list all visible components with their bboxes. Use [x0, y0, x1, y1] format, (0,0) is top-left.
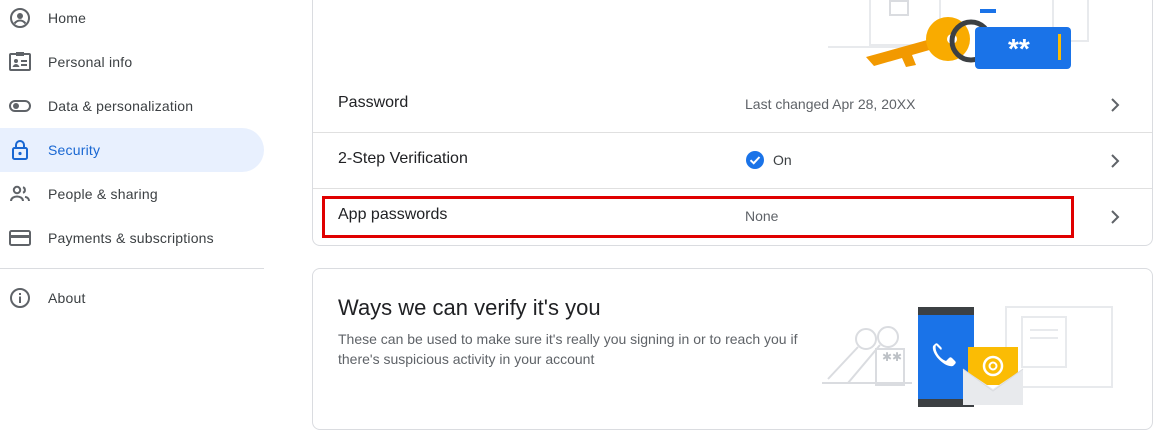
- app-passwords-label: App passwords: [338, 206, 448, 223]
- credit-card-icon: [9, 230, 31, 246]
- sidebar-item-label: Payments & subscriptions: [48, 230, 214, 246]
- password-last-changed: Last changed Apr 28, 20XX: [745, 96, 916, 112]
- sidebar-item-label: People & sharing: [48, 186, 158, 202]
- sidebar-item-label: Home: [48, 10, 87, 26]
- password-row[interactable]: Password Last changed Apr 28, 20XX: [313, 76, 1152, 132]
- verify-card-description: These can be used to make sure it's real…: [338, 331, 798, 367]
- sidebar: Home Personal info Data & personalizatio…: [0, 0, 264, 412]
- check-circle-icon: [746, 151, 764, 169]
- verify-identity-card: Ways we can verify it's you These can be…: [312, 268, 1153, 430]
- sidebar-item-data-personalization[interactable]: Data & personalization: [0, 84, 264, 128]
- app-passwords-row[interactable]: App passwords None: [313, 188, 1152, 244]
- two-step-label: 2-Step Verification: [338, 150, 468, 167]
- sidebar-item-personal-info[interactable]: Personal info: [0, 40, 264, 84]
- app-passwords-value: None: [745, 208, 779, 224]
- lock-icon: [12, 140, 28, 160]
- sidebar-item-security[interactable]: Security: [0, 128, 264, 172]
- sidebar-item-people-sharing[interactable]: People & sharing: [0, 172, 264, 216]
- verify-card-title: Ways we can verify it's you: [338, 295, 601, 320]
- chevron-right-icon: [1111, 98, 1120, 112]
- verify-methods-illustration: ✱✱: [822, 306, 1113, 407]
- account-circle-icon: [10, 8, 30, 28]
- id-card-icon: [9, 52, 31, 71]
- password-label: Password: [338, 94, 409, 111]
- sidebar-item-label: Security: [48, 142, 101, 158]
- sidebar-divider: [0, 268, 264, 269]
- chevron-right-icon: [1111, 210, 1120, 224]
- sidebar-item-label: Data & personalization: [48, 98, 194, 114]
- security-card: ** Password Last changed Apr 28, 20XX 2-…: [312, 0, 1153, 246]
- sidebar-item-about[interactable]: About: [0, 276, 264, 320]
- info-icon: [10, 288, 30, 308]
- toggle-icon: [9, 100, 31, 112]
- faint-asterisks: ✱✱: [882, 350, 902, 364]
- password-asterisks: **: [1008, 33, 1030, 64]
- sidebar-item-label: Personal info: [48, 54, 133, 70]
- sidebar-item-payments[interactable]: Payments & subscriptions: [0, 216, 264, 260]
- two-step-status: On: [773, 152, 792, 168]
- security-key-illustration: **: [828, 0, 1089, 69]
- sidebar-item-label: About: [48, 290, 86, 306]
- people-icon: [10, 185, 30, 202]
- sidebar-item-home[interactable]: Home: [0, 0, 264, 40]
- two-step-verification-row[interactable]: 2-Step Verification On: [313, 132, 1152, 188]
- chevron-right-icon: [1111, 154, 1120, 168]
